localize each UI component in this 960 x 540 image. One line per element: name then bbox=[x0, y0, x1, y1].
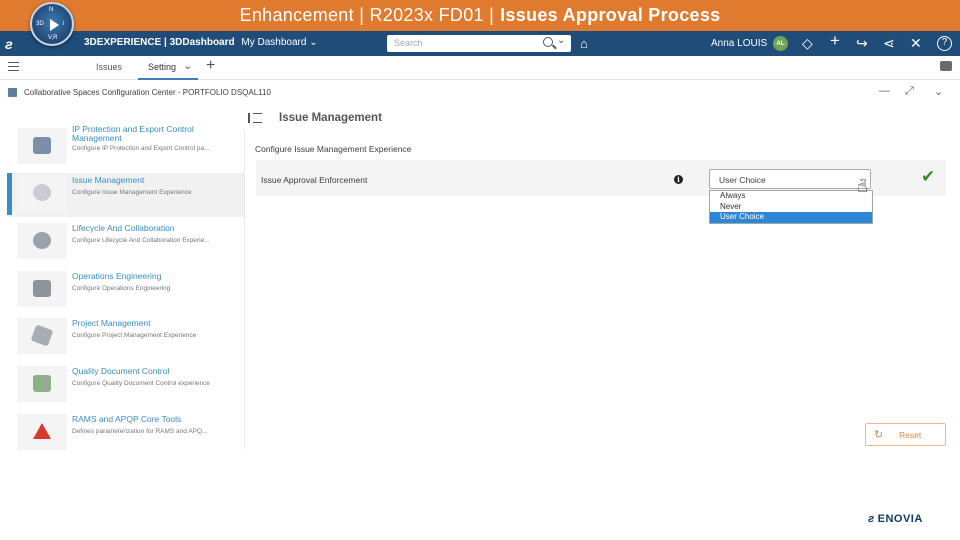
sidebar-item-desc: Configure Issue Management Experience bbox=[72, 189, 192, 196]
chat-icon[interactable] bbox=[940, 61, 952, 71]
option-user-choice[interactable]: User Choice bbox=[710, 212, 872, 223]
ip-protection-icon bbox=[17, 128, 67, 164]
widget-title: Collaborative Spaces Configuration Cente… bbox=[24, 88, 271, 97]
sidebar-item-lifecycle[interactable]: Lifecycle And Collaboration Configure Li… bbox=[7, 221, 244, 265]
enovia-logo: ƨ ENOVIA bbox=[868, 513, 923, 525]
sidebar-item-desc: Configure Quality Document Control exper… bbox=[72, 380, 211, 387]
option-always[interactable]: Always bbox=[710, 191, 872, 202]
sidebar-item-title-line2: Management bbox=[72, 133, 122, 143]
collapse-panel-icon[interactable] bbox=[248, 113, 262, 123]
hand-cursor-icon: ☝ bbox=[857, 176, 868, 196]
widget-title-bar: Collaborative Spaces Configuration Cente… bbox=[0, 80, 960, 102]
sidebar-item-rams-apqp[interactable]: RAMS and APQP Core Tools Defines paramet… bbox=[7, 412, 244, 456]
sidebar-item-desc: Configure Operations Engineering bbox=[72, 285, 171, 292]
network-icon[interactable]: ⋖ bbox=[883, 35, 895, 51]
option-never[interactable]: Never bbox=[710, 202, 872, 213]
check-icon: ✔ bbox=[921, 167, 936, 186]
select-value: User Choice bbox=[719, 175, 766, 185]
search-placeholder: Search bbox=[394, 38, 423, 48]
add-tab-icon[interactable]: + bbox=[206, 57, 215, 75]
user-name[interactable]: Anna LOUIS bbox=[711, 38, 767, 49]
avatar[interactable]: AL bbox=[773, 36, 788, 51]
operations-engineering-icon bbox=[17, 271, 67, 307]
setting-label: Issue Approval Enforcement bbox=[261, 175, 368, 185]
sidebar-item-title: Operations Engineering bbox=[72, 271, 162, 281]
compass-icon[interactable]: N 3D i V,R bbox=[30, 2, 74, 46]
warning-icon bbox=[17, 414, 67, 450]
sidebar-item-title: Lifecycle And Collaboration bbox=[72, 223, 175, 233]
dashboard-selector[interactable]: My Dashboard ⌄ bbox=[241, 37, 317, 48]
sidebar: IP Protection and Export Control Managem… bbox=[0, 124, 245, 450]
video-banner: Enhancement | R2023x FD01 | Issues Appro… bbox=[0, 0, 960, 31]
tab-bar: Issues Setting ⌄ + bbox=[0, 56, 960, 80]
top-bar: ƨ 3DEXPERIENCE | 3DDashboard My Dashboar… bbox=[0, 31, 960, 56]
reset-label: Reset bbox=[899, 430, 922, 440]
sidebar-item-desc: Configure IP Protection and Export Contr… bbox=[72, 145, 210, 152]
tab-setting[interactable]: Setting bbox=[148, 62, 176, 72]
maximize-icon[interactable]: ⤢ bbox=[905, 85, 914, 98]
lifecycle-icon bbox=[17, 223, 67, 259]
page-title: Issue Management bbox=[279, 112, 382, 124]
quality-document-icon bbox=[17, 366, 67, 402]
sidebar-item-title: Quality Document Control bbox=[72, 366, 170, 376]
search-icon[interactable] bbox=[543, 37, 553, 47]
reset-button[interactable]: ↻ Reset bbox=[865, 423, 946, 446]
config-center-icon bbox=[8, 88, 17, 97]
banner-title: Enhancement | R2023x FD01 | bbox=[239, 5, 495, 25]
tab-issues[interactable]: Issues bbox=[96, 62, 122, 72]
sidebar-item-operations-engineering[interactable]: Operations Engineering Configure Operati… bbox=[7, 269, 244, 313]
minimize-icon[interactable]: — bbox=[879, 85, 890, 97]
ds-logo-icon: ƨ bbox=[5, 36, 13, 52]
play-icon bbox=[50, 19, 59, 31]
sidebar-item-title: Issue Management bbox=[72, 175, 145, 185]
issue-management-icon bbox=[17, 175, 67, 211]
brand: 3DEXPERIENCE | 3DDashboard My Dashboard … bbox=[84, 37, 318, 48]
project-management-icon bbox=[17, 318, 67, 354]
banner-title-bold: Issues Approval Process bbox=[500, 5, 721, 25]
sidebar-item-issue-management[interactable]: Issue Management Configure Issue Managem… bbox=[7, 173, 244, 217]
sidebar-item-desc: Configure Lifecycle And Collaboration Ex… bbox=[72, 237, 210, 244]
ds-logo-icon: ƨ bbox=[868, 513, 875, 525]
tools-icon[interactable]: ✕ bbox=[910, 35, 922, 51]
brand-name: 3DEXPERIENCE | 3DDashboard bbox=[84, 37, 235, 48]
help-icon[interactable]: ? bbox=[937, 36, 952, 51]
info-icon[interactable]: i bbox=[674, 175, 683, 184]
sidebar-item-quality-document-control[interactable]: Quality Document Control Configure Quali… bbox=[7, 364, 244, 408]
search-chevron-down-icon[interactable]: ⌄ bbox=[557, 35, 565, 46]
add-icon[interactable]: + bbox=[830, 32, 840, 49]
tag-icon[interactable]: ⌂ bbox=[580, 36, 588, 51]
select-dropdown: Always Never User Choice bbox=[709, 190, 873, 224]
share-icon[interactable]: ↪ bbox=[856, 35, 868, 51]
menu-icon[interactable] bbox=[8, 62, 19, 71]
collapse-chevron-icon[interactable]: ⌄ bbox=[934, 85, 943, 98]
sidebar-item-project-management[interactable]: Project Management Configure Project Man… bbox=[7, 316, 244, 360]
sidebar-item-title: Project Management bbox=[72, 318, 151, 328]
sidebar-item-desc: Defines parameterization for RAMS and AP… bbox=[72, 428, 208, 435]
reset-icon: ↻ bbox=[874, 429, 884, 441]
search-box[interactable]: Search ⌄ bbox=[387, 35, 571, 52]
collab-icon[interactable]: ◇ bbox=[802, 35, 813, 51]
sidebar-item-ip-protection[interactable]: IP Protection and Export Control Managem… bbox=[7, 124, 244, 170]
section-label: Configure Issue Management Experience bbox=[255, 144, 412, 154]
approval-enforcement-select[interactable]: User Choice ⌄ bbox=[709, 169, 871, 189]
tab-chevron-down-icon[interactable]: ⌄ bbox=[183, 59, 192, 72]
sidebar-item-title: RAMS and APQP Core Tools bbox=[72, 414, 182, 424]
sidebar-item-desc: Configure Project Management Experience bbox=[72, 332, 197, 339]
